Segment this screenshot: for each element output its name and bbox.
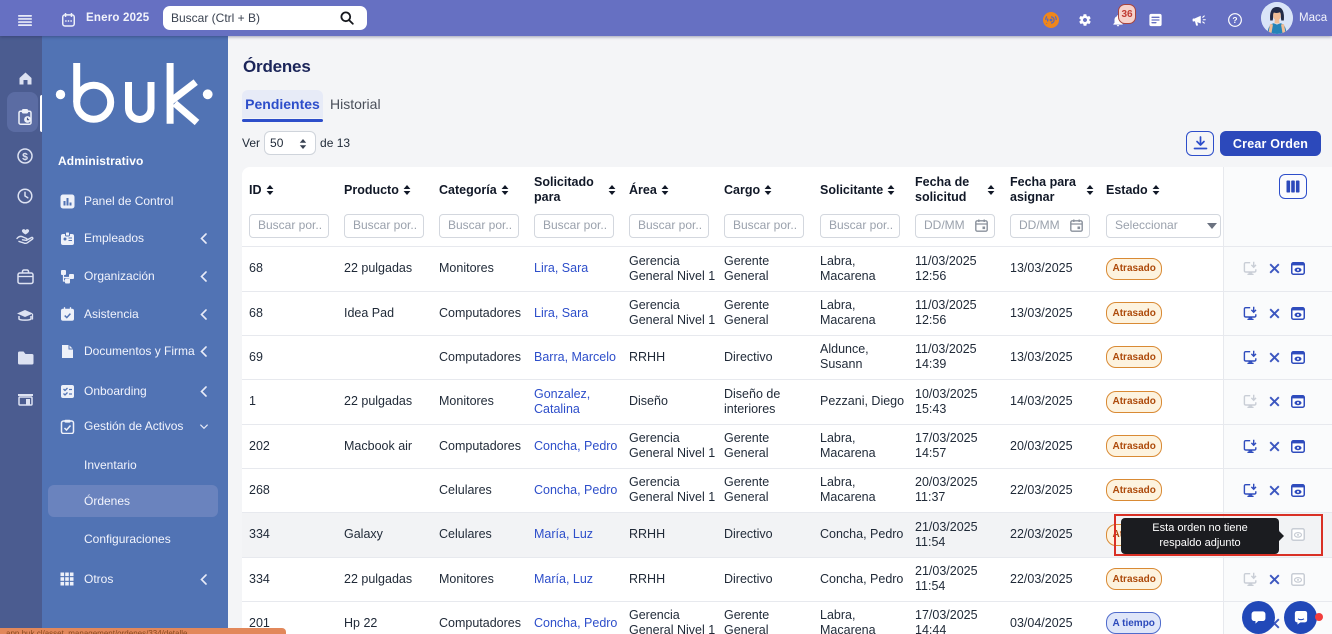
svg-text:$: $: [22, 151, 28, 163]
svg-text:?: ?: [1232, 15, 1237, 25]
